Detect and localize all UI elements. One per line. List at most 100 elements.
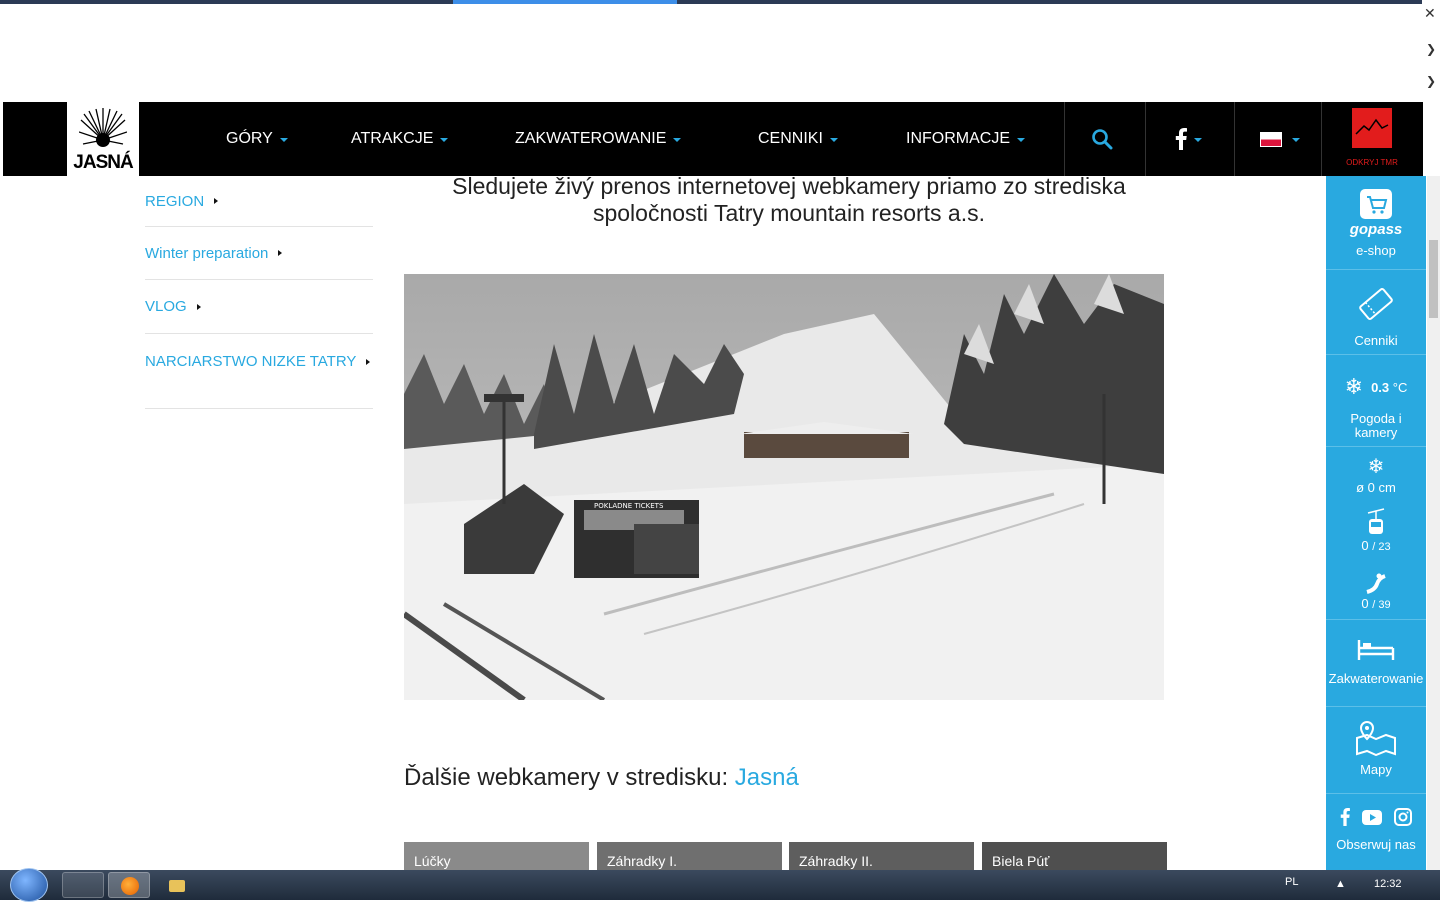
language-indicator[interactable]: PL [1285,876,1298,888]
scrollbar-thumb[interactable] [1429,240,1438,318]
thumb-label: Záhradky II. [799,853,873,869]
webcam-image[interactable]: POKLADNE TICKETS [404,274,1164,700]
caret-down-icon [440,138,449,142]
webcam-thumb-zahradky-2[interactable]: Záhradky II. [789,842,974,870]
taskbar-app-explorer[interactable] [62,872,104,898]
webcam-thumb-lucky[interactable]: Lúčky [404,842,589,870]
gopass-eshop-button[interactable]: gopass e-shop [1326,188,1426,258]
close-icon[interactable]: ✕ [1424,6,1436,22]
side-item-label: REGION [145,192,205,210]
caret-down-icon [673,138,682,142]
page-title: Sledujete živý prenos internetovej webka… [452,173,1126,226]
facebook-menu[interactable] [1175,102,1202,176]
language-switcher[interactable] [1260,102,1300,176]
search-button[interactable] [1091,102,1113,176]
sidebar-divider [1326,793,1426,794]
cart-icon [1360,189,1392,219]
nav-item-zakwaterowanie[interactable]: ZAKWATEROWANIE [515,102,682,176]
taskbar-app-firefox[interactable] [108,872,150,898]
tmr-label: ODKRYJ TMR [1346,158,1398,167]
caret-right-icon [278,250,283,256]
slopes-info[interactable]: 0 / 39 [1326,572,1426,612]
chevron-right-icon[interactable]: ❯ [1426,42,1436,56]
mapy-button[interactable]: Mapy [1326,720,1426,777]
sidebar-divider [1326,354,1426,355]
weather-label: Pogoda i kamery [1350,411,1402,440]
clock[interactable]: 12:32 [1374,878,1402,890]
sun-burst-icon [79,108,127,147]
side-item-label: NARCIARSTWO NIZKE TATRY [145,353,357,370]
bed-icon [1357,640,1395,660]
side-item-winter-preparation[interactable]: Winter preparation [145,227,373,280]
nav-label: INFORMACJE [906,130,1010,147]
jasna-logo[interactable]: JASNÁ [67,102,139,176]
other-webcams-heading: Ďalšie webkamery v stredisku: Jasná [404,764,799,792]
caret-down-icon [829,138,838,142]
nav-label: ZAKWATEROWANIE [515,130,667,147]
lifts-open: 0 [1361,538,1369,553]
snow-info[interactable]: ❄ ø 0 cm [1326,454,1426,495]
nav-divider [1064,102,1065,176]
nav-divider [1145,102,1146,176]
logo-text: JASNÁ [73,152,133,173]
lifts-total: / 23 [1372,541,1391,553]
eshop-label: e-shop [1356,243,1396,258]
tray-arrow-icon[interactable]: ▲ [1335,878,1346,890]
windows-taskbar: PL ▲ 12:32 [0,868,1440,902]
main-navbar: JASNÁ GÓRY ATRAKCJE ZAKWATEROWANIE CENNI… [3,102,1423,176]
nav-item-gory[interactable]: GÓRY [226,102,288,176]
caret-right-icon [366,359,371,366]
side-item-vlog[interactable]: VLOG [145,280,373,334]
weather-button[interactable]: ❄ 0.3 °C Pogoda i kamery [1326,374,1426,440]
thumb-label: Lúčky [414,853,451,869]
page-scrollbar[interactable] [1427,176,1440,870]
caret-right-icon [214,198,219,204]
resort-link[interactable]: Jasná [735,764,799,791]
sidebar-divider [1326,269,1426,270]
taskbar-app-folder[interactable] [158,872,194,898]
gondola-icon [1367,508,1385,534]
lifts-info[interactable]: 0 / 23 [1326,508,1426,554]
start-button[interactable] [10,868,48,902]
caret-down-icon [1194,138,1202,142]
cenniki-button[interactable]: Cenniki [1326,284,1426,348]
facebook-icon [1175,128,1187,150]
cenniki-label: Cenniki [1354,333,1398,348]
browser-right-edge: ✕ ❯ ❯ [1422,0,1440,102]
nav-label: ATRAKCJE [351,130,434,147]
zakwaterowanie-button[interactable]: Zakwaterowanie [1326,638,1426,686]
caret-down-icon [1292,138,1300,142]
poland-flag-icon [1260,131,1282,147]
youtube-icon[interactable] [1362,809,1382,825]
nav-item-informacje[interactable]: INFORMACJE [906,102,1025,176]
ticket-icon [1359,288,1393,320]
search-icon [1092,129,1113,150]
tmr-logo[interactable]: ODKRYJ TMR [1339,108,1405,172]
mapy-label: Mapy [1360,762,1392,777]
nav-label: GÓRY [226,130,273,147]
nav-item-cenniki[interactable]: CENNIKI [758,102,838,176]
map-icon [1356,720,1396,756]
webcam-thumb-biela-put[interactable]: Biela Púť [982,842,1167,870]
side-item-narciarstwo[interactable]: NARCIARSTWO NIZKE TATRY [145,334,373,409]
nav-item-atrakcje[interactable]: ATRAKCJE [351,102,449,176]
folder-icon [169,880,185,892]
chevron-right-icon[interactable]: ❯ [1426,74,1436,88]
side-item-region[interactable]: REGION [145,176,373,227]
ski-slope-icon [1366,573,1386,594]
nav-divider [1321,102,1322,176]
side-item-label: Winter preparation [145,244,269,262]
sidebar-divider [1326,446,1426,447]
instagram-icon[interactable] [1394,808,1412,826]
facebook-icon[interactable] [1340,808,1350,826]
tickets-sign: POKLADNE TICKETS [594,502,664,510]
snowflake-icon: ❄ [1367,456,1385,478]
nav-label: CENNIKI [758,130,823,147]
webcam-thumb-zahradky-1[interactable]: Záhradky I. [597,842,782,870]
caret-down-icon [1017,138,1025,142]
nav-divider [1234,102,1235,176]
snowflake-icon: ❄ [1344,374,1364,399]
right-sidebar: gopass e-shop Cenniki ❄ 0.3 °C Pogoda i … [1326,176,1426,870]
slopes-open: 0 [1361,596,1369,611]
caret-down-icon [279,138,288,142]
